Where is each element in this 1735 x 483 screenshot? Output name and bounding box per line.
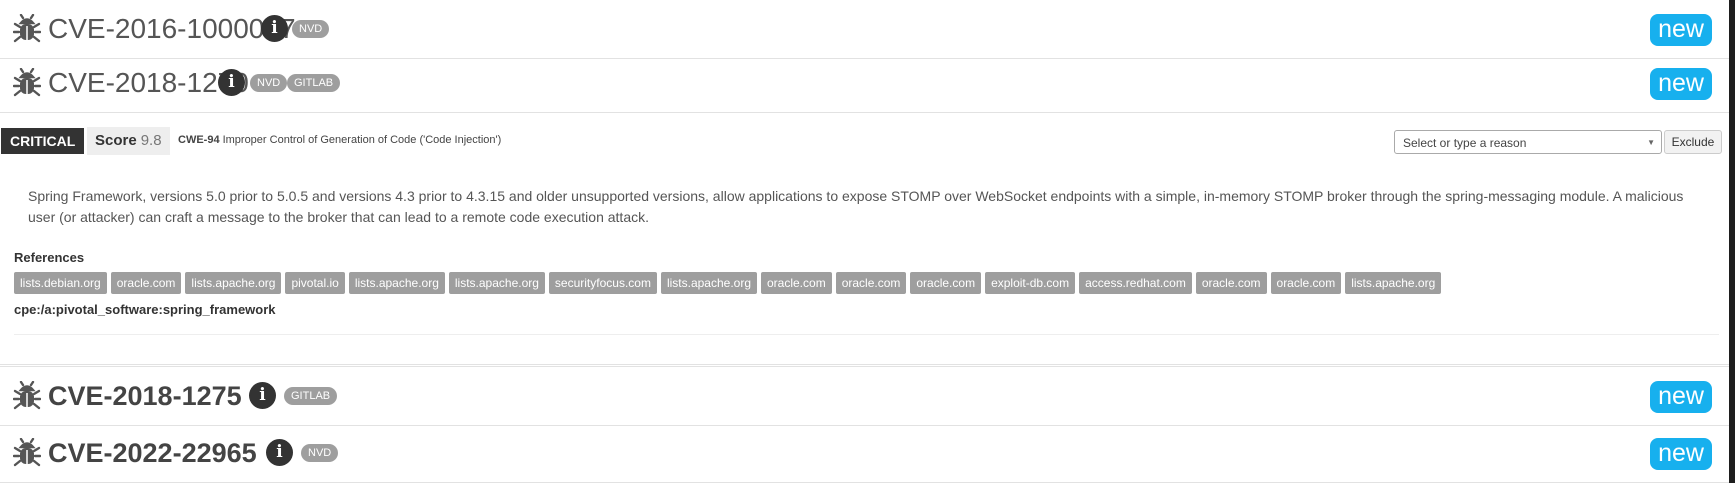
source-tag: NVD xyxy=(292,20,330,38)
reference-link[interactable]: oracle.com xyxy=(835,272,907,294)
source-tag: NVD xyxy=(301,444,339,462)
cve-row-expanded[interactable]: CVE-2018-1270 i NVD GITLAB new xyxy=(0,54,1729,113)
cve-id[interactable]: CVE-2022-22965 xyxy=(48,435,257,471)
score-label: Score xyxy=(95,132,137,149)
cwe-code[interactable]: CWE-94 xyxy=(178,134,220,146)
references-list: lists.debian.org oracle.com lists.apache… xyxy=(14,272,1442,294)
info-icon[interactable]: i xyxy=(249,382,276,409)
reference-link[interactable]: oracle.com xyxy=(910,272,982,294)
reference-link[interactable]: lists.debian.org xyxy=(14,272,107,294)
cve-row[interactable]: CVE-2016-1000027 i NVD new xyxy=(0,0,1729,59)
cve-id[interactable]: CVE-2016-1000027 xyxy=(48,11,296,47)
reference-link[interactable]: exploit-db.com xyxy=(985,272,1076,294)
cve-id[interactable]: CVE-2018-1275 xyxy=(48,378,242,414)
new-badge: new xyxy=(1650,381,1712,413)
score-badge: Score 9.8 xyxy=(87,127,170,155)
reference-link[interactable]: lists.apache.org xyxy=(1345,272,1442,294)
info-icon[interactable]: i xyxy=(218,69,245,96)
info-icon[interactable]: i xyxy=(266,439,293,466)
cve-description: Spring Framework, versions 5.0 prior to … xyxy=(28,188,1684,225)
reason-placeholder: Select or type a reason xyxy=(1403,136,1527,150)
cve-list-panel: CVE-2016-1000027 i NVD new CVE-2018-1270… xyxy=(0,0,1729,483)
reason-select[interactable]: Select or type a reason ▼ xyxy=(1394,130,1662,154)
source-tag: GITLAB xyxy=(287,74,341,92)
info-icon[interactable]: i xyxy=(261,15,288,42)
exclude-button[interactable]: Exclude xyxy=(1664,130,1722,154)
cve-details: CRITICAL Score 9.8 CWE-94 Improper Control… xyxy=(0,112,1729,365)
divider xyxy=(14,334,1719,335)
reference-link[interactable]: access.redhat.com xyxy=(1079,272,1192,294)
reference-link[interactable]: oracle.com xyxy=(110,272,182,294)
source-tag: GITLAB xyxy=(284,387,338,405)
reference-link[interactable]: pivotal.io xyxy=(285,272,345,294)
bug-icon xyxy=(13,381,41,410)
bug-icon xyxy=(13,438,41,467)
reference-link[interactable]: lists.apache.org xyxy=(660,272,757,294)
new-badge: new xyxy=(1650,68,1712,100)
score-value: 9.8 xyxy=(140,132,162,149)
reference-link[interactable]: lists.apache.org xyxy=(185,272,282,294)
bug-icon xyxy=(13,68,41,97)
reference-link[interactable]: oracle.com xyxy=(761,272,832,294)
cwe-info: CWE-94 Improper Control of Generation of … xyxy=(178,134,501,146)
reference-link[interactable]: oracle.com xyxy=(1195,272,1267,294)
reference-link[interactable]: oracle.com xyxy=(1270,272,1342,294)
severity-badge: CRITICAL xyxy=(1,128,85,154)
cpe-string: cpe:/a:pivotal_software:spring_framework xyxy=(14,302,276,317)
reference-link[interactable]: securityfocus.com xyxy=(548,272,657,294)
bug-icon xyxy=(13,14,41,43)
references-label: References xyxy=(14,250,85,265)
reference-link[interactable]: lists.apache.org xyxy=(448,272,545,294)
cwe-text: Improper Control of Generation of Code (… xyxy=(222,134,502,146)
cve-row[interactable]: CVE-2018-1275 i GITLAB new xyxy=(0,366,1729,426)
source-tag: NVD xyxy=(250,74,288,92)
reference-link[interactable]: lists.apache.org xyxy=(348,272,445,294)
new-badge: new xyxy=(1650,14,1712,46)
new-badge: new xyxy=(1650,438,1712,470)
chevron-down-icon: ▼ xyxy=(1647,138,1655,147)
cve-row[interactable]: CVE-2022-22965 i NVD new xyxy=(0,424,1729,483)
